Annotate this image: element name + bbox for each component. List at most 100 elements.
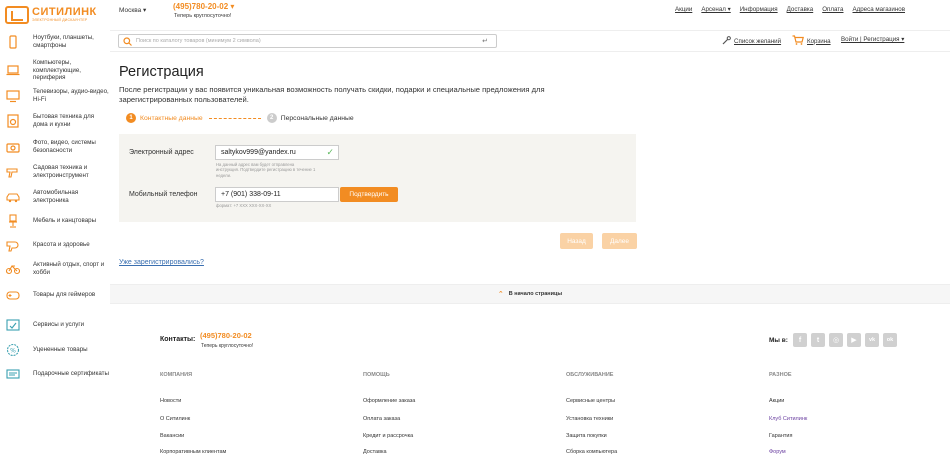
sidebar-item-discount[interactable]: % Уцененные товары [6,343,110,357]
sidebar-item-label: Фото, видео, системы безопасности [33,139,96,154]
footer-link[interactable]: Акции [769,398,784,404]
sidebar-item-label: Бытовая техника для дома и кухни [33,113,95,128]
sidebar-item-beauty[interactable]: Красота и здоровье [6,238,110,252]
phone-field[interactable]: +7 (901) 338-09-11 [215,187,339,202]
search-icon [123,37,132,48]
laptop-icon [6,63,20,77]
odnoklassniki-icon[interactable]: ok [883,333,897,347]
phone-format-hint: формат: +7 XXX XXX-XX-XX [216,203,272,208]
nav-delivery[interactable]: Доставка [787,6,814,13]
tv-icon [6,89,20,103]
email-value: saltykov999@yandex.ru [221,149,296,156]
footer-link[interactable]: Защита покупки [566,433,607,439]
twitter-icon[interactable]: t [811,333,825,347]
email-field[interactable]: saltykov999@yandex.ru ✓ [215,145,339,160]
logo[interactable]: СИТИЛИНК ЭЛЕКТРОННЫЙ ДИСКАУНТЕР [5,5,105,25]
sidebar-item-appliances[interactable]: Бытовая техника для дома и кухни [6,113,110,128]
phone-icon [6,34,20,49]
footer-column-title: РАЗНОЕ [769,372,792,378]
footer-link[interactable]: Доставка [363,449,387,455]
footer-link[interactable]: Гарантия [769,433,792,439]
email-hint: На данный адрес вам будет отправлена инс… [216,162,316,178]
footer-link[interactable]: Форум [769,449,786,455]
sidebar-item-label: Красота и здоровье [33,241,90,249]
wishlist-label: Список желаний [734,38,782,45]
footer-link[interactable]: Кредит и рассрочка [363,433,413,439]
enter-icon[interactable]: ↵ [482,37,488,45]
step-contact-data: 1 Контактные данные [126,113,203,123]
footer-link[interactable]: Клуб Ситилинк [769,416,807,422]
back-to-top-bar[interactable]: ⌃ В начало страницы [110,284,950,304]
next-button[interactable]: Далее [602,233,637,249]
footer-link[interactable]: Сборка компьютера [566,449,617,455]
footer-link[interactable]: Вакансии [160,433,184,439]
confirm-button[interactable]: Подтвердить [340,187,398,202]
sidebar-item-label: Активный отдых, спорт и хобби [33,261,105,276]
sidebar-item-label: Автомобильная электроника [33,189,79,204]
sidebar-item-gamers[interactable]: Товары для геймеров [6,288,110,302]
already-registered-link[interactable]: Уже зарегистрировались? [119,259,204,266]
bicycle-icon [6,262,20,276]
sidebar-item-label: Мебель и канцтовары [33,217,97,225]
header-phone-subtitle: Теперь круглосуточно! [174,13,232,19]
nav-stores[interactable]: Адреса магазинов [853,6,906,13]
footer-link[interactable]: О Ситилинк [160,416,190,422]
logo-icon [5,6,29,24]
sidebar-item-label: Ноутбуки, планшеты, смартфоны [33,34,94,49]
header-phone[interactable]: (495)780-20-02 ▾ [173,2,234,11]
registration-steps: 1 Контактные данные 2 Персональные данны… [126,113,354,123]
footer-phone[interactable]: (495)780-20-02 [200,331,252,340]
top-nav: Акции Арсенал ▾ Информация Доставка Опла… [675,6,905,13]
sidebar-item-tv[interactable]: Телевизоры, аудио-видео, Hi-Fi [6,88,110,103]
sidebar-item-label: Телевизоры, аудио-видео, Hi-Fi [33,88,109,103]
instagram-icon[interactable]: ◎ [829,333,843,347]
svg-text:%: % [10,348,16,355]
discount-icon: % [6,343,20,357]
registration-form: Электронный адрес saltykov999@yandex.ru … [119,134,636,222]
footer-link[interactable]: Сервисные центры [566,398,615,404]
back-button[interactable]: Назад [560,233,593,249]
cart-link[interactable]: Корзина [792,35,831,47]
sidebar-item-auto[interactable]: Автомобильная электроника [6,189,110,204]
check-icon: ✓ [326,147,334,157]
service-icon [6,318,20,332]
phone-label: Мобильный телефон [129,191,198,198]
footer-link[interactable]: Корпоративным клиентам [160,449,226,455]
search-input[interactable]: Поиск по каталогу товаров (минимум 2 сим… [118,34,497,48]
sidebar-item-sport[interactable]: Активный отдых, спорт и хобби [6,261,110,276]
footer-column-title: КОМПАНИЯ [160,372,193,378]
phone-value: +7 (901) 338-09-11 [221,191,281,198]
facebook-icon[interactable]: f [793,333,807,347]
gamepad-icon [6,288,20,302]
youtube-icon[interactable]: ▶ [847,333,861,347]
login-register-menu[interactable]: Войти | Регистрация ▾ [841,36,904,43]
washer-icon [6,113,20,128]
footer-link[interactable]: Новости [160,398,181,404]
gift-card-icon [6,367,20,381]
sidebar-item-gift[interactable]: Подарочные сертификаты [6,367,110,381]
city-selector[interactable]: Москва ▾ [119,6,146,14]
email-label: Электронный адрес [129,149,194,156]
wrench-icon [722,36,731,47]
sidebar-item-services[interactable]: Сервисы и услуги [6,318,110,332]
sidebar-item-computers[interactable]: Компьютеры, комплектующие, периферия [6,59,110,82]
sidebar-item-label: Компьютеры, комплектующие, периферия [33,59,81,81]
nav-payment[interactable]: Оплата [822,6,843,13]
nav-promos[interactable]: Акции [675,6,692,13]
nav-arsenal[interactable]: Арсенал ▾ [701,6,730,13]
sidebar-item-photo[interactable]: Фото, видео, системы безопасности [6,139,110,154]
vk-icon[interactable]: vk [865,333,879,347]
sidebar-item-garden[interactable]: Садовая техника и электроинструмент [6,164,110,179]
step-label: Контактные данные [140,114,203,122]
footer-link[interactable]: Установка техники [566,416,613,422]
social-label: Мы в: [769,337,788,344]
sidebar: СИТИЛИНК ЭЛЕКТРОННЫЙ ДИСКАУНТЕР Ноутбуки… [0,0,110,455]
nav-info[interactable]: Информация [740,6,778,13]
search-row: Поиск по каталогу товаров (минимум 2 сим… [110,30,950,52]
sidebar-item-laptops[interactable]: Ноутбуки, планшеты, смартфоны [6,34,110,49]
chair-icon [6,214,20,228]
wishlist-link[interactable]: Список желаний [722,36,781,47]
footer-link[interactable]: Оформление заказа [363,398,415,404]
sidebar-item-furniture[interactable]: Мебель и канцтовары [6,214,110,228]
footer-link[interactable]: Оплата заказа [363,416,400,422]
